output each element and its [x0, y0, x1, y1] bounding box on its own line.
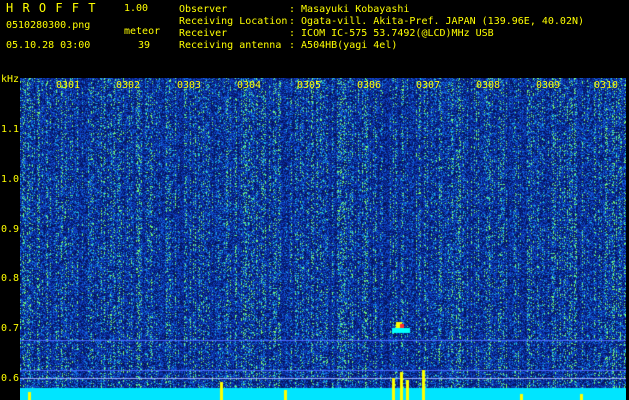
- meteor-label: meteor: [124, 26, 161, 37]
- y-tick-label: 0.8: [1, 273, 20, 284]
- y-tick-label: 0.6: [1, 373, 20, 384]
- y-tick-label: 0.9: [1, 224, 20, 235]
- observer-label: Observer: [179, 4, 228, 15]
- receiver-label: Receiver: [179, 28, 228, 39]
- app-version: 1.00: [124, 3, 149, 14]
- y-tick-label: 1.0: [1, 174, 20, 185]
- spectrogram: [20, 78, 626, 400]
- location-label: Receiving Location: [179, 16, 288, 27]
- antenna-label: Receiving antenna: [179, 40, 282, 51]
- x-tick-label: 0307: [416, 80, 441, 91]
- image-filename: 0510280300.png: [6, 20, 91, 31]
- x-tick-label: 0309: [536, 80, 561, 91]
- receiver-value: : ICOM IC-575 53.7492(@LCD)MHz USB: [289, 28, 494, 39]
- antenna-value: : A504HB(yagi 4el): [289, 40, 398, 51]
- x-tick-label: 0303: [177, 80, 202, 91]
- observation-datetime: 05.10.28 03:00: [6, 40, 91, 51]
- y-axis-unit: kHz: [1, 74, 20, 85]
- observer-value: : Masayuki Kobayashi: [289, 4, 410, 15]
- y-tick-label: 1.1: [1, 124, 20, 135]
- x-tick-label: 0310: [594, 80, 619, 91]
- x-tick-label: 0306: [357, 80, 382, 91]
- app-title: H R O F F T: [6, 1, 97, 15]
- x-tick-label: 0308: [476, 80, 501, 91]
- x-tick-label: 0301: [56, 80, 81, 91]
- x-tick-label: 0302: [116, 80, 141, 91]
- x-tick-label: 0305: [297, 80, 322, 91]
- x-tick-label: 0304: [237, 80, 262, 91]
- meteor-count: 39: [138, 40, 151, 51]
- y-tick-label: 0.7: [1, 323, 20, 334]
- location-value: : Ogata-vill. Akita-Pref. JAPAN (139.96E…: [289, 16, 585, 27]
